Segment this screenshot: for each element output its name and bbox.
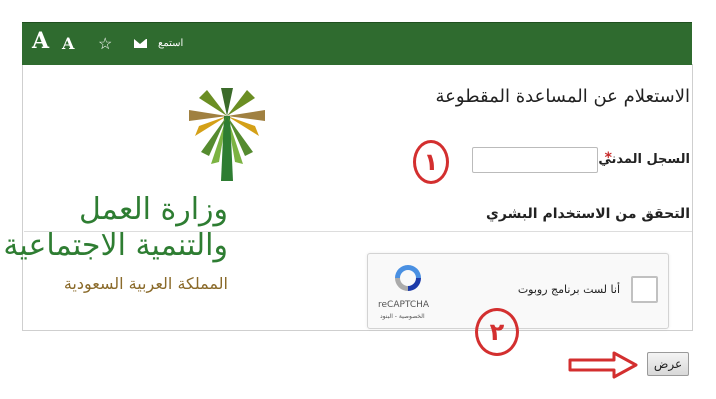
recaptcha-terms-link[interactable]: الخصوصية - البنود [380, 313, 425, 320]
recaptcha-label: أنا لست برنامج روبوت [517, 283, 620, 296]
civil-id-input[interactable] [472, 147, 598, 173]
frame-bottom-border [22, 330, 693, 331]
logo-ministry-name: وزارة العمل [78, 192, 228, 227]
arrow-right-icon [568, 351, 638, 379]
submit-button[interactable]: عرض [647, 352, 689, 376]
page-title: الاستعلام عن المساعدة المقطوعة [435, 86, 690, 107]
decrease-font-button[interactable]: A [62, 34, 74, 53]
step-two-annotation: ٢ [475, 308, 519, 356]
recaptcha-logo-icon [395, 265, 421, 291]
logo-ministry-subtitle: والتنمية الاجتماعية [3, 228, 228, 263]
accessibility-toolbar: A A ☆ استمع [22, 22, 692, 65]
verification-heading: التحقق من الاستخدام البشري [486, 206, 690, 222]
step-one-annotation: ١ [413, 140, 449, 184]
recaptcha-widget: أنا لست برنامج روبوت reCAPTCHA الخصوصية … [367, 253, 669, 329]
recaptcha-brand: reCAPTCHA [378, 300, 430, 310]
star-outline-icon[interactable]: ☆ [98, 34, 112, 53]
frame-left-border [22, 64, 23, 330]
recaptcha-checkbox[interactable] [631, 276, 658, 303]
listen-button[interactable]: استمع [158, 38, 183, 49]
logo-country: المملكة العربية السعودية [63, 274, 228, 293]
civil-id-label: السجل المدني [598, 152, 690, 167]
palm-emblem-icon [189, 88, 265, 181]
section-divider [24, 231, 692, 232]
frame-right-border [692, 64, 693, 330]
increase-font-button[interactable]: A [32, 28, 49, 54]
envelope-icon[interactable] [134, 39, 147, 48]
required-mark: * [604, 150, 612, 166]
ministry-logo: وزارة العمل والتنمية الاجتماعية المملكة … [3, 86, 276, 296]
